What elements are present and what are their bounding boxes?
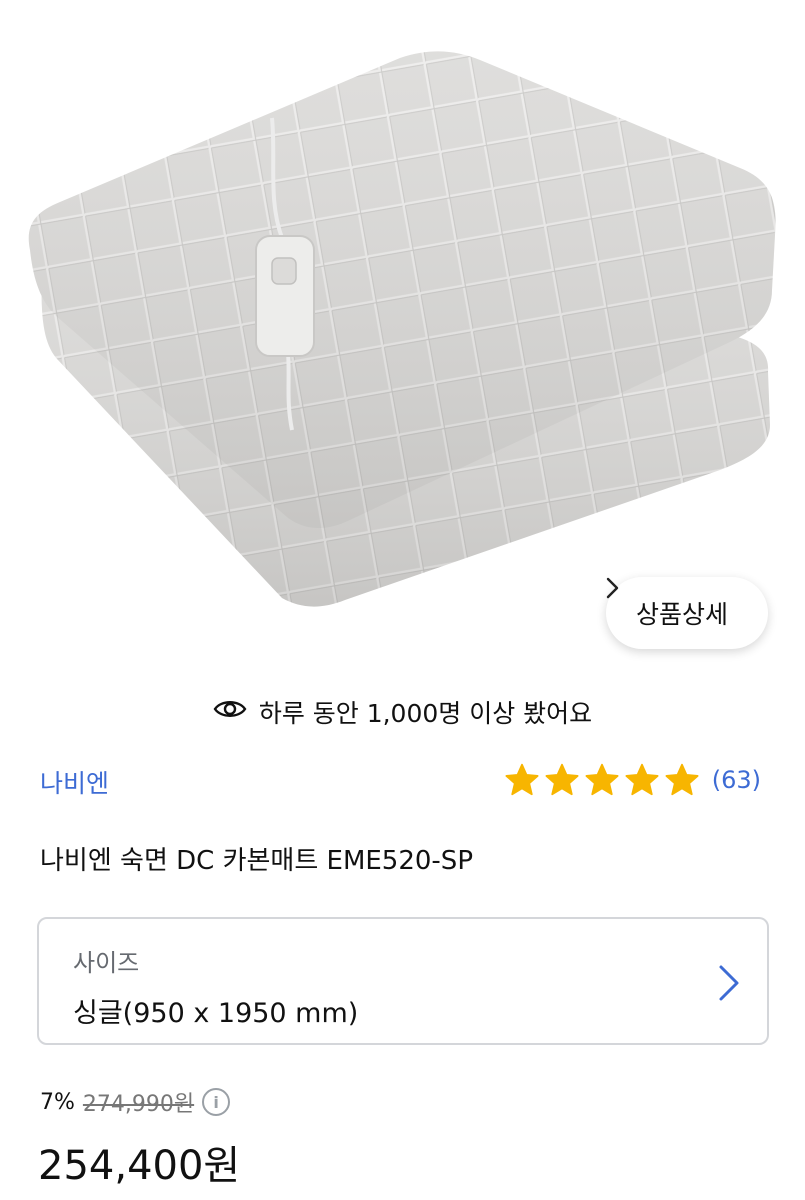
heated-mat-image: [28, 51, 776, 607]
star-icon: [585, 763, 619, 796]
product-detail-button[interactable]: 상품상세: [606, 577, 768, 649]
rating[interactable]: (63): [504, 762, 761, 798]
review-count[interactable]: (63): [712, 766, 761, 794]
viewers-text: 하루 동안 1,000명 이상 봤어요: [258, 699, 593, 728]
option-label: 사이즈: [73, 949, 140, 977]
discount-rate: 7%: [40, 1089, 75, 1115]
product-detail-label: 상품상세: [635, 600, 728, 629]
star-icon: [505, 763, 539, 796]
final-price: 254,400원: [38, 1143, 241, 1189]
brand-link[interactable]: 나비엔: [40, 764, 109, 800]
star-icon: [545, 763, 579, 796]
product-image[interactable]: 상품상세: [0, 0, 805, 672]
size-option-selector[interactable]: 사이즈 싱글(950 x 1950 mm): [37, 917, 769, 1045]
chevron-right-icon: [719, 965, 739, 1001]
eye-icon: [213, 697, 247, 727]
viewers-notice: 하루 동안 1,000명 이상 봤어요: [0, 690, 805, 734]
star-icon: [665, 763, 699, 796]
price-row: 7% 274,990원 i: [40, 1086, 231, 1118]
info-icon[interactable]: i: [202, 1088, 231, 1116]
star-icon: [625, 763, 659, 796]
option-value: 싱글(950 x 1950 mm): [73, 998, 359, 1029]
product-title: 나비엔 숙면 DC 카본매트 EME520-SP: [40, 846, 473, 876]
original-price: 274,990원: [82, 1092, 195, 1117]
